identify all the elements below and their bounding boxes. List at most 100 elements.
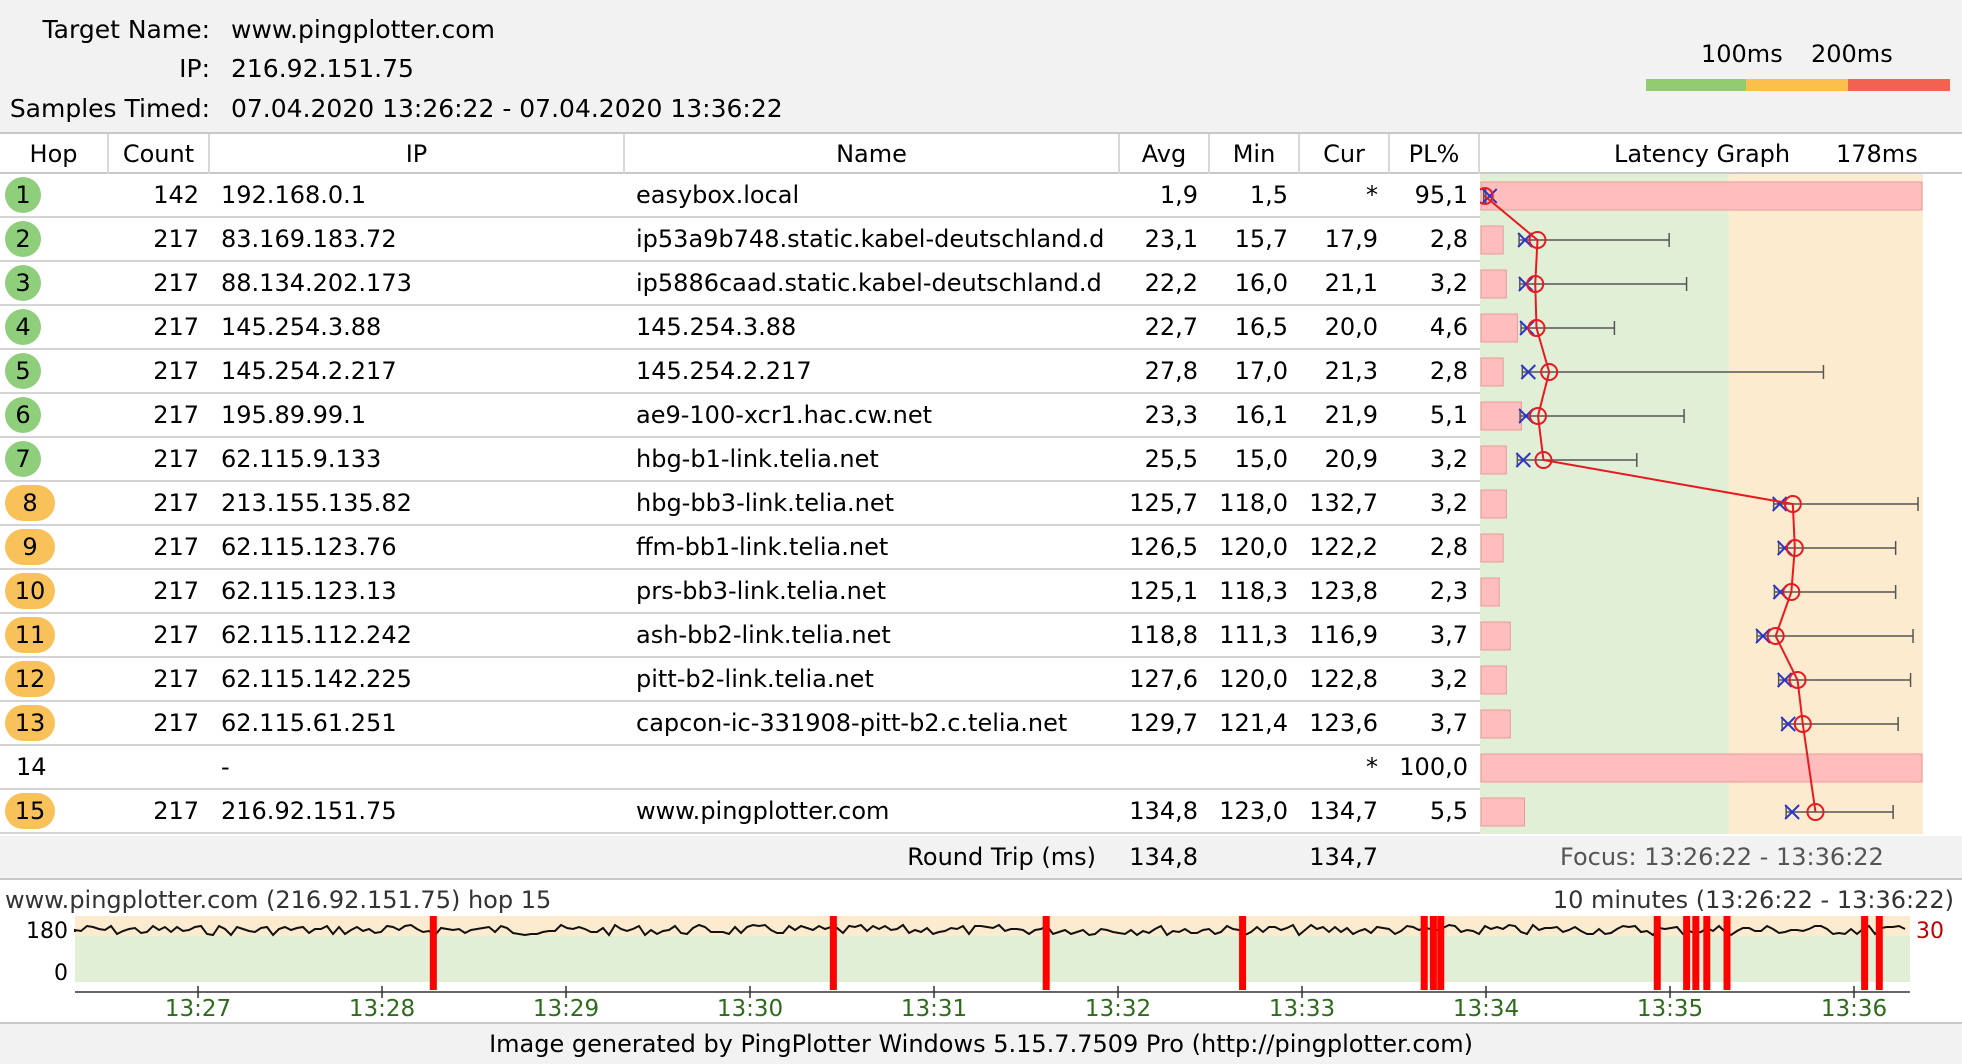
- hop-count: 217: [153, 489, 199, 517]
- hop-pl: 100,0: [1399, 753, 1468, 781]
- hop-ip: 62.115.9.133: [221, 445, 382, 473]
- hop-count: 217: [153, 533, 199, 561]
- timeline-tick-label: 13:32: [1085, 996, 1151, 1020]
- hop-avg: 126,5: [1129, 533, 1198, 561]
- hop-min: 111,3: [1219, 621, 1288, 649]
- table-row[interactable]: 7 217 62.115.9.133 hbg-b1-link.telia.net 25,…: [0, 438, 1480, 482]
- hop-cur: 123,8: [1309, 577, 1378, 605]
- table-row[interactable]: 10 217 62.115.123.13 prs-bb3-link.telia.net…: [0, 570, 1480, 614]
- hop-number-badge: 11: [5, 617, 55, 653]
- table-header: Hop Count IP Name Avg Min Cur PL% Latenc…: [0, 132, 1962, 174]
- col-latency-graph: Latency Graph 178ms: [1480, 134, 1962, 174]
- hop-min: 120,0: [1219, 665, 1288, 693]
- timeline-chart[interactable]: 180 0 30 13:27 13:28 13:29 13:30 13:31 13:32 13:3…: [0, 880, 1962, 1020]
- table-row[interactable]: 15 217 216.92.151.75 www.pingplotter.com 134…: [0, 790, 1480, 834]
- hop-name: easybox.local: [636, 181, 800, 209]
- hop-min: 15,0: [1234, 445, 1288, 473]
- hop-number-badge: 3: [5, 265, 41, 301]
- col-count[interactable]: Count: [109, 134, 210, 174]
- hop-avg: 125,7: [1129, 489, 1198, 517]
- hop-avg: 129,7: [1129, 709, 1198, 737]
- table-row[interactable]: 14 - * 100,0: [0, 746, 1480, 790]
- col-avg[interactable]: Avg: [1120, 134, 1210, 174]
- col-hop[interactable]: Hop: [0, 134, 109, 174]
- hop-name: prs-bb3-link.telia.net: [636, 577, 886, 605]
- col-ip[interactable]: IP: [210, 134, 625, 174]
- table-row[interactable]: 11 217 62.115.112.242 ash-bb2-link.telia.ne…: [0, 614, 1480, 658]
- hop-count: 217: [153, 577, 199, 605]
- hop-ip: 62.115.112.242: [221, 621, 412, 649]
- packet-loss-marker: [1653, 916, 1661, 990]
- hop-avg: 1,9: [1159, 181, 1198, 209]
- hop-name: [636, 746, 1114, 788]
- hop-avg: 27,8: [1144, 357, 1198, 385]
- hop-pl: 3,7: [1429, 621, 1468, 649]
- hop-ip: 192.168.0.1: [221, 181, 367, 209]
- hop-min: 121,4: [1219, 709, 1288, 737]
- timeline-tick-label: 13:33: [1269, 996, 1335, 1020]
- hop-avg: 127,6: [1129, 665, 1198, 693]
- timeline-tick-label: 13:27: [165, 996, 231, 1020]
- col-name[interactable]: Name: [625, 134, 1120, 174]
- target-name-label: Target Name:: [42, 15, 210, 44]
- hop-number-badge: 7: [5, 441, 41, 477]
- packet-loss-marker: [1861, 916, 1869, 990]
- hop-ip: 145.254.3.88: [221, 313, 382, 341]
- hop-pl: 2,3: [1429, 577, 1468, 605]
- hop-pl: 4,6: [1429, 313, 1468, 341]
- graph-zone-blank: [1923, 174, 1962, 834]
- hop-number: 14: [16, 753, 47, 781]
- hop-min: 16,0: [1234, 269, 1288, 297]
- ip-value: 216.92.151.75: [231, 54, 414, 83]
- hop-cur: 132,7: [1309, 489, 1378, 517]
- hop-count: 142: [153, 181, 199, 209]
- hop-cur: 17,9: [1324, 225, 1378, 253]
- samples-timed-label: Samples Timed:: [9, 94, 210, 123]
- table-row[interactable]: 12 217 62.115.142.225 pitt-b2-link.telia.ne…: [0, 658, 1480, 702]
- hop-ip: 216.92.151.75: [221, 797, 397, 825]
- packet-loss-bar: [1480, 181, 1923, 211]
- timeline-tick-label: 13:30: [717, 996, 783, 1020]
- packet-loss-bar: [1480, 797, 1526, 827]
- packet-loss-marker: [1683, 916, 1691, 990]
- hop-name: ip53a9b748.static.kabel-deutschland.d: [636, 225, 1105, 253]
- hop-cur: 134,7: [1309, 797, 1378, 825]
- table-row[interactable]: 9 217 62.115.123.76 ffm-bb1-link.telia.net 1…: [0, 526, 1480, 570]
- timeline-tick-label: 13:34: [1453, 996, 1519, 1020]
- hop-min: 1,5: [1249, 181, 1288, 209]
- hop-cur: 123,6: [1309, 709, 1378, 737]
- table-row[interactable]: 5 217 145.254.2.217 145.254.2.217 27,8 17,0 21…: [0, 350, 1480, 394]
- packet-loss-bar: [1480, 225, 1504, 255]
- round-trip-row: Round Trip (ms) 134,8 134,7 Focus: 13:26…: [0, 836, 1962, 880]
- col-min[interactable]: Min: [1210, 134, 1300, 174]
- hop-pl: 3,2: [1429, 489, 1468, 517]
- table-row[interactable]: 6 217 195.89.99.1 ae9-100-xcr1.hac.cw.net 23…: [0, 394, 1480, 438]
- hop-avg: 22,2: [1144, 269, 1198, 297]
- hop-number-badge: 9: [5, 529, 55, 565]
- round-trip-cur: 134,7: [1309, 843, 1378, 871]
- hop-name: 145.254.2.217: [636, 357, 812, 385]
- table-row[interactable]: 1 142 192.168.0.1 easybox.local 1,9 1,5 * 95,1: [0, 174, 1480, 218]
- hop-count: 217: [153, 313, 199, 341]
- hop-name: 145.254.3.88: [636, 313, 797, 341]
- scale-good-bar: [1646, 79, 1746, 91]
- table-row[interactable]: 8 217 213.155.135.82 hbg-bb3-link.telia.net…: [0, 482, 1480, 526]
- table-row[interactable]: 2 217 83.169.183.72 ip53a9b748.static.kabel…: [0, 218, 1480, 262]
- scale-bad-bar: [1848, 79, 1950, 91]
- hop-name: ip5886caad.static.kabel-deutschland.d: [636, 269, 1102, 297]
- packet-loss-marker: [829, 916, 837, 990]
- samples-timed-value: 07.04.2020 13:26:22 - 07.04.2020 13:36:2…: [231, 94, 783, 123]
- table-row[interactable]: 3 217 88.134.202.173 ip5886caad.static.kabe…: [0, 262, 1480, 306]
- hop-number-badge: 13: [5, 705, 55, 741]
- packet-loss-marker: [1429, 916, 1437, 990]
- hop-avg: 125,1: [1129, 577, 1198, 605]
- hop-number-badge: 10: [5, 573, 55, 609]
- col-pl[interactable]: PL%: [1390, 134, 1480, 174]
- table-row[interactable]: 13 217 62.115.61.251 capcon-ic-331908-pitt-…: [0, 702, 1480, 746]
- hop-pl: 3,7: [1429, 709, 1468, 737]
- table-row[interactable]: 4 217 145.254.3.88 145.254.3.88 22,7 16,5 20,0…: [0, 306, 1480, 350]
- col-cur[interactable]: Cur: [1300, 134, 1390, 174]
- packet-loss-bar: [1480, 489, 1507, 519]
- report-header: Target Name: www.pingplotter.com IP: 216…: [0, 0, 1962, 132]
- hop-number-badge: 6: [5, 397, 41, 433]
